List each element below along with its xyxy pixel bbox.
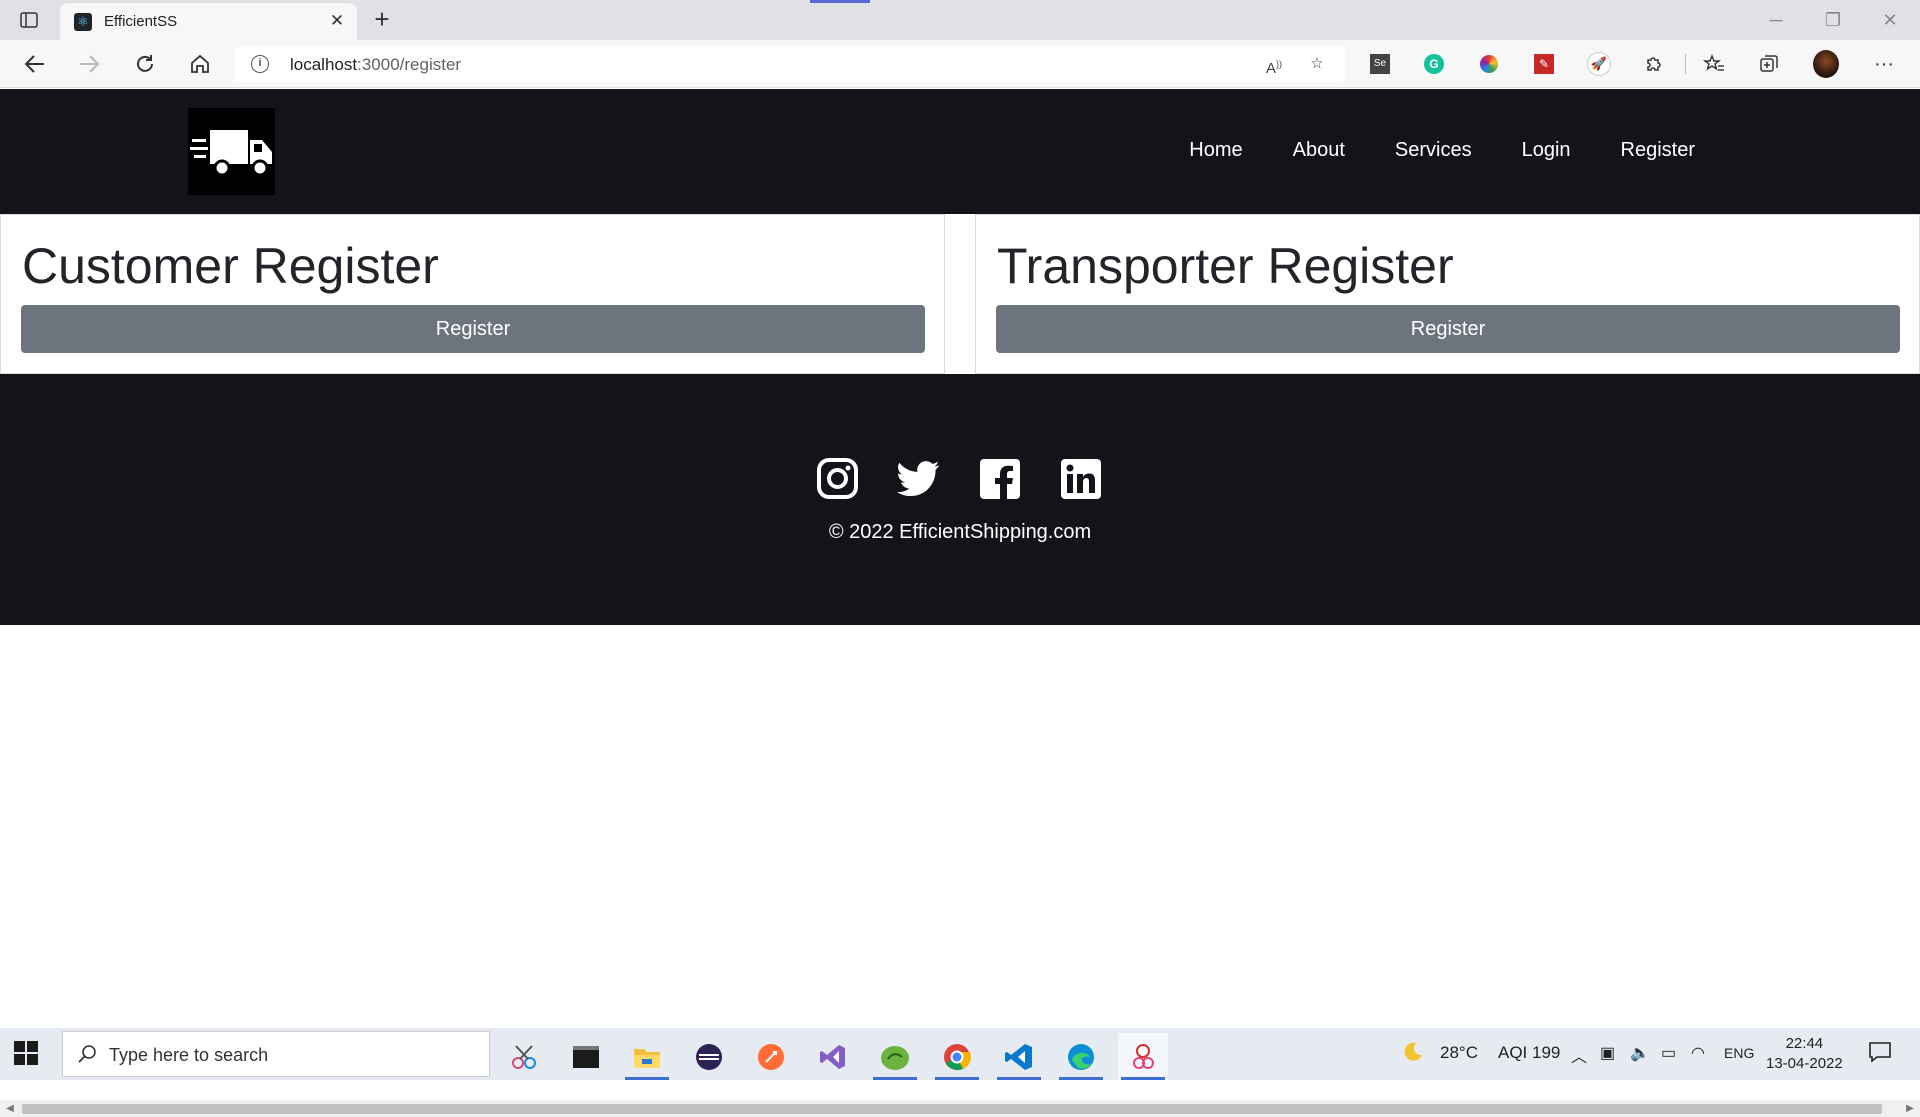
transporter-register-title: Transporter Register <box>997 238 1454 294</box>
nav-link-services[interactable]: Services <box>1395 139 1472 162</box>
copyright-text: © 2022 EfficientShipping.com <box>828 521 1092 543</box>
eclipse-icon[interactable] <box>684 1033 734 1080</box>
refresh-icon[interactable] <box>130 50 160 78</box>
scrollbar-thumb[interactable] <box>22 1104 1882 1114</box>
color-picker-extension-icon[interactable] <box>1476 51 1502 77</box>
favorites-icon[interactable] <box>1701 51 1727 77</box>
transporter-register-card: Transporter Register Register <box>975 214 1920 374</box>
selenium-extension-icon[interactable]: Se <box>1367 51 1393 77</box>
instagram-icon[interactable] <box>816 457 859 500</box>
customer-register-title: Customer Register <box>22 238 439 294</box>
nav-link-home[interactable]: Home <box>1189 139 1242 162</box>
address-bar[interactable]: i localhost:3000/register A)) ☆ <box>235 46 1345 82</box>
vscode-icon[interactable] <box>994 1033 1044 1080</box>
clock-date: 13-04-2022 <box>1766 1055 1843 1072</box>
air-quality-index[interactable]: AQI 199 <box>1498 1043 1560 1063</box>
weather-moon-icon[interactable] <box>1401 1040 1425 1069</box>
site-info-icon[interactable]: i <box>251 55 269 73</box>
back-icon[interactable] <box>20 50 50 78</box>
edge-icon[interactable] <box>1056 1033 1106 1080</box>
new-tab-button[interactable]: + <box>368 6 396 34</box>
windows-start-icon[interactable] <box>14 1041 38 1065</box>
add-favorite-icon[interactable]: ☆ <box>1305 53 1329 75</box>
nav-links: Home About Services Login Register <box>1139 139 1695 162</box>
scroll-right-icon[interactable]: ▶ <box>1902 1100 1918 1117</box>
collections-icon[interactable] <box>1756 51 1782 77</box>
notification-center-icon[interactable] <box>1868 1040 1892 1069</box>
horizontal-scrollbar[interactable]: ◀ ▶ <box>0 1100 1920 1117</box>
nav-link-login[interactable]: Login <box>1522 139 1571 162</box>
register-cards: Customer Register Register Transporter R… <box>0 214 1920 374</box>
nav-link-register[interactable]: Register <box>1621 139 1695 162</box>
browser-tab-bar: ⚛ EfficientSS ✕ + ─ ❐ ✕ <box>0 0 1920 40</box>
windows-taskbar: Type here to search 28°C AQI 199 ︿ ▣ 🔈 ▭… <box>0 1028 1920 1080</box>
clock-time: 22:44 <box>1785 1035 1824 1052</box>
volume-icon[interactable]: 🔈 <box>1630 1043 1650 1063</box>
page-viewport: Home About Services Login Register Custo… <box>0 89 1920 1117</box>
tab-drag-indicator <box>810 0 870 3</box>
postman-icon[interactable] <box>746 1033 796 1080</box>
nav-link-about[interactable]: About <box>1293 139 1345 162</box>
forward-icon[interactable] <box>74 50 104 78</box>
network-status-icon[interactable]: ▣ <box>1600 1043 1615 1063</box>
extensions-puzzle-icon[interactable] <box>1641 51 1667 77</box>
spring-tool-suite-icon[interactable] <box>870 1033 920 1080</box>
react-favicon-icon: ⚛ <box>74 13 92 31</box>
toolbar-divider <box>1685 54 1686 74</box>
browser-toolbar: i localhost:3000/register A)) ☆ Se G ✎ 🚀… <box>0 40 1920 88</box>
chrome-icon[interactable] <box>932 1033 982 1080</box>
search-icon <box>78 1045 96 1063</box>
customer-register-card: Customer Register Register <box>0 214 945 374</box>
tab-actions-icon[interactable] <box>14 8 44 32</box>
read-aloud-icon[interactable]: A)) <box>1262 53 1286 77</box>
tab-close-icon[interactable]: ✕ <box>327 11 347 31</box>
close-window-icon[interactable]: ✕ <box>1872 6 1908 34</box>
transporter-register-button[interactable]: Register <box>996 305 1900 353</box>
taskbar-search-input[interactable]: Type here to search <box>62 1031 490 1077</box>
wifi-icon[interactable]: ◠ <box>1691 1043 1705 1063</box>
profile-avatar[interactable] <box>1813 50 1839 78</box>
screenshot-app-icon[interactable] <box>1118 1033 1168 1080</box>
home-icon[interactable] <box>185 50 215 78</box>
minimize-icon[interactable]: ─ <box>1758 6 1794 34</box>
file-explorer-icon[interactable] <box>622 1033 672 1080</box>
tab-title: EfficientSS <box>104 13 178 30</box>
restore-icon[interactable]: ❐ <box>1815 6 1851 34</box>
visual-studio-icon[interactable] <box>808 1033 858 1080</box>
show-hidden-icons-icon[interactable]: ︿ <box>1571 1043 1587 1067</box>
site-footer: © 2022 EfficientShipping.com <box>0 374 1920 625</box>
snipping-tool-icon[interactable] <box>499 1033 549 1080</box>
facebook-icon[interactable] <box>978 457 1021 500</box>
truck-logo-icon[interactable] <box>188 108 275 195</box>
twitter-icon[interactable] <box>897 457 940 500</box>
customer-register-button[interactable]: Register <box>21 305 925 353</box>
url-text[interactable]: localhost:3000/register <box>290 55 461 75</box>
search-placeholder: Type here to search <box>109 1045 269 1065</box>
scroll-left-icon[interactable]: ◀ <box>2 1100 18 1117</box>
grammarly-extension-icon[interactable]: G <box>1421 51 1447 77</box>
weather-temperature[interactable]: 28°C <box>1440 1043 1478 1063</box>
terminal-icon[interactable] <box>561 1033 611 1080</box>
language-indicator[interactable]: ENG <box>1724 1045 1754 1061</box>
linkedin-icon[interactable] <box>1059 457 1102 500</box>
social-links <box>0 457 1920 500</box>
battery-icon[interactable]: ▭ <box>1661 1043 1676 1063</box>
site-navbar: Home About Services Login Register <box>0 89 1920 214</box>
pdf-extension-icon[interactable]: ✎ <box>1531 51 1557 77</box>
more-options-icon[interactable]: ··· <box>1871 51 1897 77</box>
taskbar-clock[interactable]: 22:44 13-04-2022 <box>1766 1034 1843 1074</box>
rocket-extension-icon[interactable]: 🚀 <box>1586 51 1612 77</box>
browser-tab[interactable]: ⚛ EfficientSS ✕ <box>60 3 357 40</box>
